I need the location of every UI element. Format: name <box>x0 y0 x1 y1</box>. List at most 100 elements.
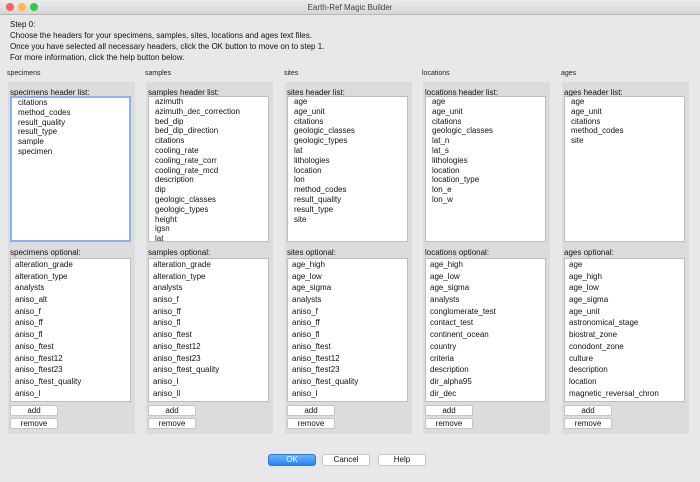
header-list-item[interactable]: geologic_types <box>288 136 407 146</box>
header-list-item[interactable]: age <box>288 97 407 107</box>
optional-list-item[interactable]: aniso_ftest_quality <box>149 364 268 376</box>
header-list-item[interactable]: lat_s <box>426 146 545 156</box>
header-list-item[interactable]: age_unit <box>565 107 684 117</box>
add-button[interactable]: add <box>425 405 473 416</box>
optional-list-item[interactable]: aniso_f <box>149 294 268 306</box>
optional-list-item[interactable]: aniso_l <box>149 376 268 388</box>
header-list-item[interactable]: lon_e <box>426 185 545 195</box>
optional-list-item[interactable]: aniso_fl <box>11 329 130 341</box>
optional-list-item[interactable]: age_sigma <box>426 282 545 294</box>
header-list-item[interactable]: azimuth <box>149 97 268 107</box>
optional-list-item[interactable]: aniso_ftest23 <box>288 364 407 376</box>
optional-list-item[interactable]: dir_dec <box>426 388 545 400</box>
remove-button[interactable]: remove <box>564 418 612 429</box>
optional-list-item[interactable]: age_low <box>426 271 545 283</box>
header-list-item[interactable]: cooling_rate_corr <box>149 156 268 166</box>
header-list-item[interactable]: location <box>426 166 545 176</box>
optional-list-item[interactable]: age <box>565 259 684 271</box>
optional-list-item[interactable]: aniso_ftest <box>11 341 130 353</box>
optional-listbox[interactable]: alteration_grade alteration_type analysts a… <box>148 258 269 402</box>
header-list-item[interactable]: citations <box>149 136 268 146</box>
optional-list-item[interactable]: aniso_ftest_quality <box>11 376 130 388</box>
header-list-item[interactable]: method_codes <box>12 108 129 118</box>
header-list-item[interactable]: igsn <box>149 224 268 234</box>
remove-button[interactable]: remove <box>425 418 473 429</box>
header-list-item[interactable]: citations <box>426 117 545 127</box>
header-list-item[interactable]: citations <box>565 117 684 127</box>
header-listbox[interactable]: azimuth azimuth_dec_correction bed_dip bed_… <box>148 96 269 242</box>
header-list-item[interactable]: site <box>288 215 407 225</box>
header-list-item[interactable]: method_codes <box>288 185 407 195</box>
optional-list-item[interactable]: contact_test <box>426 317 545 329</box>
optional-list-item[interactable]: country <box>426 341 545 353</box>
optional-list-item[interactable]: analysts <box>426 294 545 306</box>
close-window-icon[interactable] <box>6 3 14 11</box>
optional-list-item[interactable]: age_sigma <box>288 282 407 294</box>
header-list-item[interactable]: citations <box>12 98 129 108</box>
header-list-item[interactable]: geologic_classes <box>426 126 545 136</box>
header-list-item[interactable]: age <box>565 97 684 107</box>
optional-list-item[interactable]: age_unit <box>565 306 684 318</box>
header-list-item[interactable]: lithologies <box>426 156 545 166</box>
header-list-item[interactable]: location <box>288 166 407 176</box>
optional-list-item[interactable]: conglomerate_test <box>426 306 545 318</box>
remove-button[interactable]: remove <box>10 418 58 429</box>
header-list-item[interactable]: bed_dip <box>149 117 268 127</box>
header-list-item[interactable]: dip <box>149 185 268 195</box>
header-list-item[interactable]: method_codes <box>565 126 684 136</box>
optional-list-item[interactable]: age_high <box>565 271 684 283</box>
header-list-item[interactable]: specimen <box>12 147 129 157</box>
optional-list-item[interactable]: magnetic_reversal_chron <box>565 388 684 400</box>
cancel-button[interactable]: Cancel <box>322 454 370 466</box>
header-list-item[interactable]: cooling_rate_mcd <box>149 166 268 176</box>
optional-list-item[interactable]: dir_alpha95 <box>426 376 545 388</box>
header-list-item[interactable]: geologic_classes <box>149 195 268 205</box>
optional-listbox[interactable]: age_high age_low age_sigma analysts conglome… <box>425 258 546 402</box>
optional-list-item[interactable]: aniso_fl <box>149 317 268 329</box>
optional-list-item[interactable]: aniso_f <box>11 306 130 318</box>
add-button[interactable]: add <box>148 405 196 416</box>
add-button[interactable]: add <box>10 405 58 416</box>
optional-list-item[interactable]: aniso_ll <box>149 388 268 400</box>
optional-list-item[interactable]: analysts <box>288 294 407 306</box>
optional-list-item[interactable]: aniso_l <box>11 388 130 400</box>
optional-list-item[interactable]: aniso_ff <box>149 306 268 318</box>
optional-list-item[interactable]: alteration_type <box>11 271 130 283</box>
header-list-item[interactable]: lat <box>288 146 407 156</box>
header-list-item[interactable]: result_type <box>12 127 129 137</box>
optional-list-item[interactable]: analysts <box>11 282 130 294</box>
add-button[interactable]: add <box>564 405 612 416</box>
ok-button[interactable]: OK <box>268 454 316 466</box>
optional-list-item[interactable]: description <box>565 364 684 376</box>
optional-list-item[interactable]: location <box>565 376 684 388</box>
add-button[interactable]: add <box>287 405 335 416</box>
optional-list-item[interactable]: aniso_ftest23 <box>11 364 130 376</box>
header-listbox[interactable]: age age_unit citations geologic_classes lat_… <box>425 96 546 242</box>
optional-listbox[interactable]: alteration_grade alteration_type analysts a… <box>10 258 131 402</box>
optional-list-item[interactable]: alteration_type <box>149 271 268 283</box>
optional-list-item[interactable]: aniso_ftest_quality <box>288 376 407 388</box>
header-list-item[interactable]: geologic_types <box>149 205 268 215</box>
header-list-item[interactable]: result_quality <box>288 195 407 205</box>
help-button[interactable]: Help <box>378 454 426 466</box>
header-list-item[interactable]: site <box>565 136 684 146</box>
header-list-item[interactable]: location_type <box>426 175 545 185</box>
optional-list-item[interactable]: astronomical_stage <box>565 317 684 329</box>
optional-list-item[interactable]: culture <box>565 353 684 365</box>
optional-list-item[interactable]: aniso_f <box>288 306 407 318</box>
header-list-item[interactable]: bed_dip_direction <box>149 126 268 136</box>
optional-list-item[interactable]: aniso_l <box>288 388 407 400</box>
header-list-item[interactable]: azimuth_dec_correction <box>149 107 268 117</box>
optional-listbox[interactable]: age age_high age_low age_sigma age_unit astro… <box>564 258 685 402</box>
header-list-item[interactable]: description <box>149 175 268 185</box>
optional-list-item[interactable]: aniso_ftest <box>149 329 268 341</box>
optional-list-item[interactable]: analysts <box>149 282 268 294</box>
header-list-item[interactable]: lon_w <box>426 195 545 205</box>
optional-list-item[interactable]: aniso_ftest23 <box>149 353 268 365</box>
header-list-item[interactable]: height <box>149 215 268 225</box>
header-listbox[interactable]: age age_unit citations geologic_classes geol… <box>287 96 408 242</box>
optional-list-item[interactable]: description <box>426 364 545 376</box>
optional-list-item[interactable]: aniso_ff <box>11 317 130 329</box>
header-list-item[interactable]: geologic_classes <box>288 126 407 136</box>
header-listbox[interactable]: citations method_codes result_quality resul… <box>10 96 131 242</box>
